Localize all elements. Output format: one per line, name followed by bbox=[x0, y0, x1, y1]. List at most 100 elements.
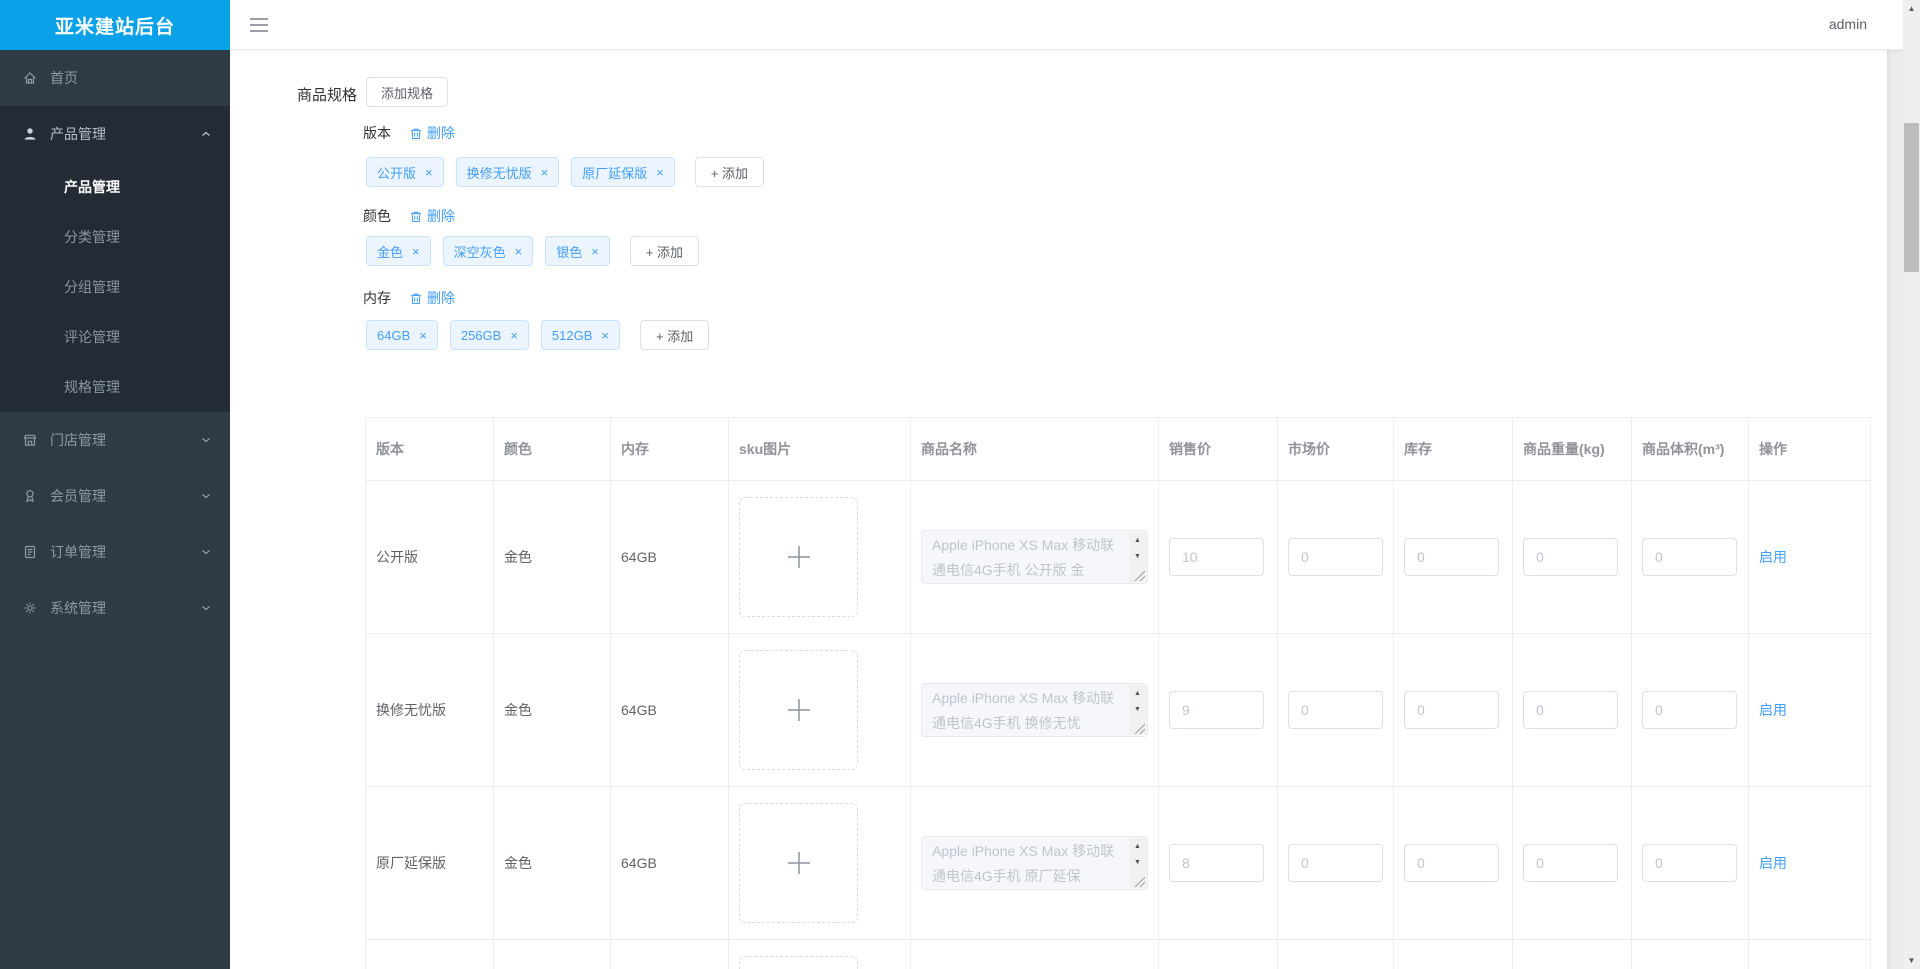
sidebar-item-system-management[interactable]: 系统管理 bbox=[0, 580, 230, 636]
document-icon bbox=[24, 545, 36, 559]
market-price-input[interactable] bbox=[1288, 691, 1383, 729]
sale-price-input[interactable] bbox=[1169, 538, 1264, 576]
delete-spec-link[interactable]: 删除 bbox=[409, 206, 455, 226]
cell-color: 金色 bbox=[494, 787, 611, 940]
product-name-textarea[interactable]: Apple iPhone XS Max 移动联通电信4G手机 换修无忧 ▲ ▼ bbox=[921, 683, 1148, 737]
sale-price-input[interactable] bbox=[1169, 844, 1264, 882]
cell-volume bbox=[1632, 634, 1749, 787]
weight-input[interactable] bbox=[1523, 538, 1618, 576]
volume-input[interactable] bbox=[1642, 538, 1737, 576]
sidebar-item-member-management[interactable]: 会员管理 bbox=[0, 468, 230, 524]
sidebar-item-order-management[interactable]: 订单管理 bbox=[0, 524, 230, 580]
cell-color: 金色 bbox=[494, 634, 611, 787]
sidebar-item-home[interactable]: 首页 bbox=[0, 50, 230, 106]
enable-link[interactable]: 启用 bbox=[1759, 700, 1787, 720]
col-header-sku-image: sku图片 bbox=[729, 418, 911, 481]
sidebar-subitem-comment-management[interactable]: 评论管理 bbox=[0, 312, 230, 362]
scroll-down-icon[interactable]: ▼ bbox=[1129, 855, 1146, 870]
scrollbar-thumb[interactable] bbox=[1904, 123, 1919, 272]
image-upload-button[interactable] bbox=[739, 956, 858, 969]
col-header-market-price: 市场价 bbox=[1278, 418, 1394, 481]
spec-group-color-tags: 金色 × 深空灰色 × 银色 × + 添加 bbox=[366, 236, 700, 266]
cell-version: 公开版 bbox=[366, 481, 494, 634]
enable-link[interactable]: 启用 bbox=[1759, 547, 1787, 567]
cell-actions: 启用 bbox=[1749, 634, 1871, 787]
spec-tag[interactable]: 深空灰色 × bbox=[442, 236, 534, 266]
topbar: admin bbox=[230, 0, 1903, 50]
sidebar-item-label: 首页 bbox=[50, 70, 78, 86]
close-icon[interactable]: × bbox=[591, 245, 599, 258]
content-right-gutter bbox=[1887, 50, 1903, 969]
cell-stock bbox=[1394, 787, 1513, 940]
cell-market-price bbox=[1278, 787, 1394, 940]
enable-link[interactable]: 启用 bbox=[1759, 853, 1787, 873]
sidebar-subitem-category-management[interactable]: 分类管理 bbox=[0, 212, 230, 262]
sidebar-subitem-spec-management[interactable]: 规格管理 bbox=[0, 362, 230, 412]
product-name-textarea[interactable]: Apple iPhone XS Max 移动联通电信4G手机 公开版 金 ▲ ▼ bbox=[921, 530, 1148, 584]
cell-version: 原厂延保版 bbox=[366, 787, 494, 940]
col-header-actions: 操作 bbox=[1749, 418, 1871, 481]
add-tag-button[interactable]: + 添加 bbox=[694, 157, 765, 187]
spec-tag[interactable]: 换修无忧版 × bbox=[455, 157, 560, 187]
scroll-down-icon[interactable]: ▼ bbox=[1129, 702, 1146, 717]
spec-tag[interactable]: 512GB × bbox=[540, 320, 620, 350]
cell-memory: 64GB bbox=[611, 634, 729, 787]
resize-grip-icon[interactable] bbox=[1134, 570, 1146, 582]
trash-icon bbox=[411, 128, 421, 139]
volume-input[interactable] bbox=[1642, 691, 1737, 729]
sidebar-item-store-management[interactable]: 门店管理 bbox=[0, 412, 230, 468]
volume-input[interactable] bbox=[1642, 844, 1737, 882]
market-price-input[interactable] bbox=[1288, 538, 1383, 576]
delete-spec-link[interactable]: 删除 bbox=[409, 123, 455, 143]
spec-tag[interactable]: 原厂延保版 × bbox=[571, 157, 675, 187]
resize-grip-icon[interactable] bbox=[1134, 723, 1146, 735]
resize-grip-icon[interactable] bbox=[1134, 876, 1146, 888]
weight-input[interactable] bbox=[1523, 691, 1618, 729]
sidebar-subitem-product-management[interactable]: 产品管理 bbox=[0, 162, 230, 212]
add-tag-button[interactable]: + 添加 bbox=[629, 236, 700, 266]
spec-tag[interactable]: 银色 × bbox=[545, 236, 610, 266]
cell-market-price bbox=[1278, 940, 1394, 969]
close-icon[interactable]: × bbox=[656, 166, 664, 179]
sidebar-item-label: 产品管理 bbox=[50, 126, 106, 142]
product-name-textarea[interactable]: Apple iPhone XS Max 移动联通电信4G手机 原厂延保 ▲ ▼ bbox=[921, 836, 1148, 890]
market-price-input[interactable] bbox=[1288, 844, 1383, 882]
image-upload-button[interactable] bbox=[739, 803, 858, 923]
stock-input[interactable] bbox=[1404, 844, 1499, 882]
close-icon[interactable]: × bbox=[412, 245, 420, 258]
image-upload-button[interactable] bbox=[739, 497, 858, 617]
scrollbar-up-icon[interactable]: ▲ bbox=[1903, 0, 1920, 17]
close-icon[interactable]: × bbox=[541, 166, 549, 179]
sale-price-input[interactable] bbox=[1169, 691, 1264, 729]
cell-weight bbox=[1513, 787, 1632, 940]
sidebar-item-product-management[interactable]: 产品管理 bbox=[0, 106, 230, 162]
spec-group-name: 内存 bbox=[363, 290, 391, 306]
admin-user-menu[interactable]: admin bbox=[1829, 16, 1867, 32]
image-upload-button[interactable] bbox=[739, 650, 858, 770]
scrollbar-down-icon[interactable]: ▼ bbox=[1903, 952, 1920, 969]
close-icon[interactable]: × bbox=[510, 329, 518, 342]
spec-tag[interactable]: 256GB × bbox=[449, 320, 529, 350]
sidebar-subitem-group-management[interactable]: 分组管理 bbox=[0, 262, 230, 312]
stock-input[interactable] bbox=[1404, 691, 1499, 729]
scroll-down-icon[interactable]: ▼ bbox=[1129, 549, 1146, 564]
delete-spec-link[interactable]: 删除 bbox=[409, 288, 455, 308]
hamburger-menu-icon[interactable] bbox=[250, 18, 268, 32]
close-icon[interactable]: × bbox=[601, 329, 609, 342]
add-spec-button[interactable]: 添加规格 bbox=[366, 77, 449, 107]
window-scrollbar[interactable]: ▲ ▼ bbox=[1903, 0, 1920, 969]
stock-input[interactable] bbox=[1404, 538, 1499, 576]
spec-tag[interactable]: 64GB × bbox=[366, 320, 438, 350]
spec-tag[interactable]: 公开版 × bbox=[366, 157, 444, 187]
spec-tag[interactable]: 金色 × bbox=[366, 236, 431, 266]
col-header-color: 颜色 bbox=[494, 418, 611, 481]
weight-input[interactable] bbox=[1523, 844, 1618, 882]
product-name-text: Apple iPhone XS Max 移动联通电信4G手机 公开版 金 bbox=[932, 537, 1115, 578]
cell-sale-price bbox=[1159, 940, 1278, 969]
delete-label: 删除 bbox=[427, 125, 455, 141]
delete-label: 删除 bbox=[427, 290, 455, 306]
close-icon[interactable]: × bbox=[419, 329, 427, 342]
close-icon[interactable]: × bbox=[425, 166, 433, 179]
add-tag-button[interactable]: + 添加 bbox=[640, 320, 710, 350]
close-icon[interactable]: × bbox=[515, 245, 523, 258]
